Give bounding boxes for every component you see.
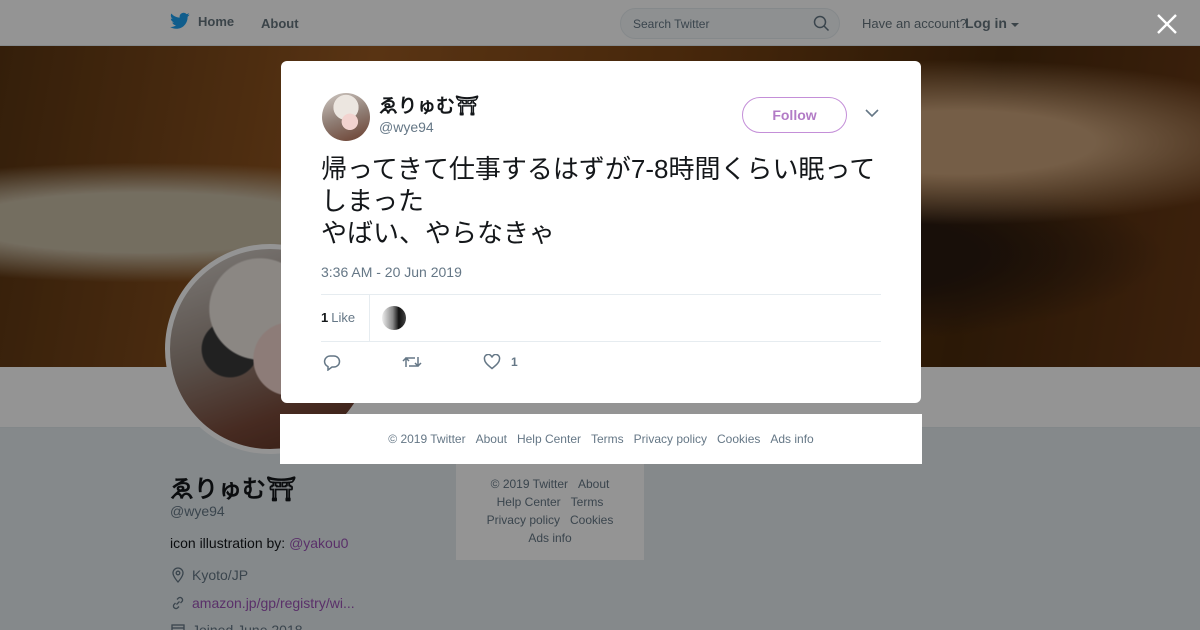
retweet-icon <box>402 356 422 368</box>
like-button[interactable]: 1 <box>483 354 518 370</box>
divider <box>321 341 881 342</box>
tweet-timestamp[interactable]: 3:36 AM - 20 Jun 2019 <box>321 264 462 280</box>
reply-button[interactable] <box>323 354 341 371</box>
follow-button[interactable]: Follow <box>742 97 847 133</box>
likes-label: Like <box>331 310 356 325</box>
tweet-author-name[interactable]: ゑりゅむ⛩ <box>379 91 479 118</box>
tweet-author-handle[interactable]: @wye94 <box>379 119 434 135</box>
modal-footer-terms[interactable]: Terms <box>591 432 624 446</box>
likes-stat[interactable]: 1 Like <box>321 310 355 325</box>
modal-footer-about[interactable]: About <box>476 432 507 446</box>
reply-icon <box>323 355 341 371</box>
heart-icon <box>483 354 501 370</box>
stat-divider <box>369 295 370 341</box>
liker-avatar[interactable] <box>382 306 406 330</box>
chevron-down-icon[interactable] <box>865 108 879 118</box>
tweet-author-avatar[interactable] <box>322 93 370 141</box>
tweet-modal: ゑりゅむ⛩ @wye94 Follow 帰ってきて仕事するはずが7-8時間くらい… <box>281 61 921 403</box>
retweet-button[interactable] <box>402 354 422 370</box>
divider <box>321 294 881 295</box>
modal-footer-ads[interactable]: Ads info <box>770 432 813 446</box>
modal-footer-copyright: © 2019 Twitter <box>388 432 466 446</box>
modal-footer: © 2019 Twitter About Help Center Terms P… <box>280 414 922 464</box>
modal-footer-privacy[interactable]: Privacy policy <box>634 432 707 446</box>
like-count: 1 <box>511 355 518 369</box>
close-icon[interactable] <box>1154 11 1180 37</box>
modal-footer-help[interactable]: Help Center <box>517 432 581 446</box>
modal-footer-cookies[interactable]: Cookies <box>717 432 760 446</box>
likes-count: 1 <box>321 310 329 325</box>
tweet-text: 帰ってきて仕事するはずが7-8時間くらい眠ってしまった やばい、やらなきゃ <box>321 154 876 248</box>
